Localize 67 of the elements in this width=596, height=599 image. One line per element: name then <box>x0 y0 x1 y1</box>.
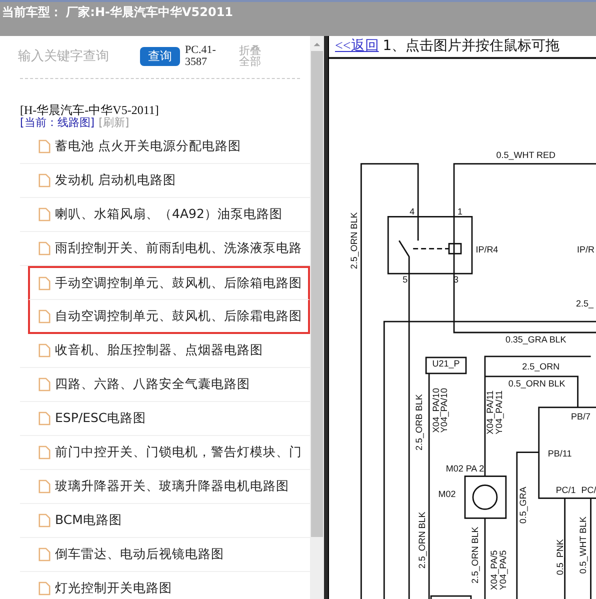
document-icon <box>38 377 51 392</box>
diagram-label: 2.5_ORN BLK <box>470 526 480 584</box>
diagram-list-item[interactable]: 自动空调控制单元、鼓风机、后除霜电路图 <box>28 300 310 334</box>
diagram-label: 2.5_ORN BLK <box>417 512 428 569</box>
document-icon <box>38 343 51 358</box>
diagram-label: 2.5_ORN <box>522 361 560 372</box>
diagram-label: X04_PA/10 <box>431 388 442 433</box>
scrollbar[interactable] <box>310 36 324 599</box>
diagram-list-item[interactable]: ESP/ESC电路图 <box>20 402 310 436</box>
back-link[interactable]: <<返回 <box>335 37 379 56</box>
document-icon <box>38 581 51 596</box>
document-icon <box>38 173 51 188</box>
diagram-list-item[interactable]: 四路、六路、八路安全气囊电路图 <box>20 368 310 402</box>
diagram-label: 0.5_WHT BLK <box>578 516 588 574</box>
diagram-list-item[interactable]: 手动空调控制单元、鼓风机、后除箱电路图 <box>28 266 310 300</box>
diagram-list-item[interactable]: 发动机 启动机电路图 <box>20 164 310 198</box>
diagram-label: PB/11 <box>548 448 572 458</box>
diagram-label: Y04_PA/5 <box>498 550 508 590</box>
document-icon <box>38 308 51 324</box>
diagram-label: X04_PA/11 <box>484 390 495 434</box>
document-icon <box>38 445 51 460</box>
diagram-list-item[interactable]: 倒车雷达、电动后视镜电路图 <box>20 538 310 572</box>
document-icon <box>38 276 51 291</box>
diagram-label: X04_PA/5 <box>488 550 499 590</box>
scrollbar-thumb[interactable] <box>311 51 323 537</box>
diagram-label: PB/7 <box>571 411 591 422</box>
model-name: [H-华晨汽车-中华V5-2011] <box>19 102 160 117</box>
diagram-label: 0.5_PNK <box>554 539 565 576</box>
diagram-list-item[interactable]: 前门中控开关、门锁电机，警告灯模块、门 <box>20 436 310 470</box>
diagram-label: 2.5_ORN BLK <box>349 212 360 270</box>
diagram-label: U21_P <box>432 358 460 368</box>
document-icon <box>38 241 51 256</box>
diagram-label: M02 <box>438 489 456 500</box>
diagram-label: 0.5_WHT RED <box>496 150 556 160</box>
diagram-list-item[interactable]: 蓄电池 点火开关电源分配电路图 <box>20 130 310 164</box>
document-icon <box>38 513 51 528</box>
part-code: PC.41-3587 <box>185 44 217 68</box>
diagram-label: 0.5_GRA <box>518 486 528 524</box>
diagram-label: M02 PA 2 <box>446 463 484 474</box>
diagram-label: 5 <box>402 274 408 285</box>
diagram-list-item[interactable]: 收音机、胎压控制器、点烟器电路图 <box>20 334 310 368</box>
diagram-label: IP/R4 <box>476 244 498 255</box>
diagram-label: Y04_PA/10 <box>439 388 450 433</box>
document-icon <box>38 139 51 154</box>
diagram-label: 2.5_ <box>576 298 594 309</box>
diagram-label: PC/ <box>581 485 596 496</box>
diagram-list-item[interactable]: 玻璃升降器开关、玻璃升降器电机电路图 <box>20 470 310 504</box>
diagram-label: Y04_PA/11 <box>494 390 504 434</box>
diagram-label: PC/1 <box>556 485 576 496</box>
car-model-title: 当前车型： 厂家:H-华晨汽车中华V52011 <box>1 4 234 21</box>
diagram-label: 1 <box>458 206 462 217</box>
diagram-label: IP/R <box>577 244 594 255</box>
current-section-label: [当前：线路图] <box>20 117 95 129</box>
drag-hint-text: 1、点击图片并按住鼠标可拖 <box>382 37 560 56</box>
diagram-label: 0.35_GRA BLK <box>505 334 566 344</box>
document-icon <box>38 411 51 426</box>
search-button[interactable]: 查询 <box>140 46 180 66</box>
scroll-up-arrow-icon[interactable] <box>313 42 321 47</box>
document-icon <box>38 479 51 494</box>
diagram-label: 2.5_ORB BLK <box>414 394 424 450</box>
diagram-list-item[interactable]: 雨刮控制开关、前雨刮电机、洗涤液泵电路 <box>20 232 310 266</box>
document-icon <box>38 547 51 562</box>
diagram-label: 4 <box>410 206 415 217</box>
diagram-list-item[interactable]: 喇叭、水箱风扇、（4A92）油泵电路图 <box>20 198 310 232</box>
diagram-label: 0.5_ORN BLK <box>508 378 566 388</box>
document-icon <box>38 207 51 222</box>
diagram-list-item[interactable]: BCM电路图 <box>20 504 310 538</box>
